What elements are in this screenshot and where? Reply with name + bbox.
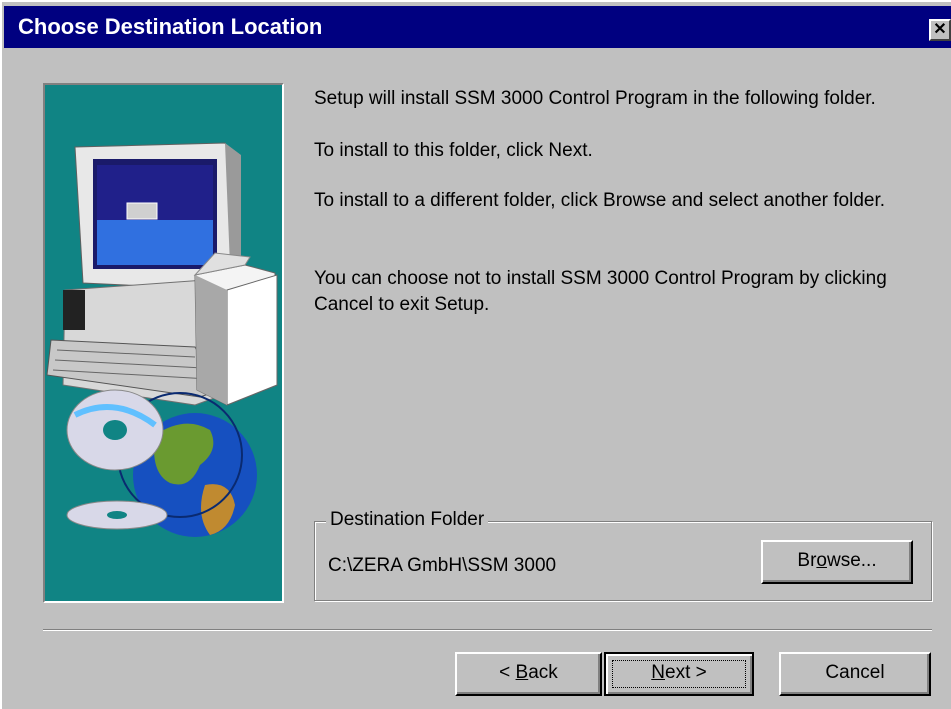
next-hint-text: To install to this folder, click Next. [314,140,593,161]
computer-illustration [46,142,278,537]
destination-folder-label: Destination Folder [326,509,489,531]
browse-button[interactable]: Browse... [761,540,913,584]
browse-hint-text: To install to a different folder, click … [314,190,886,211]
cancel-button[interactable]: Cancel [779,652,931,696]
dialog-title: Choose Destination Location [18,14,323,39]
destination-path: C:\ZERA GmbH\SSM 3000 [328,555,557,576]
close-icon: ✕ [933,21,947,38]
cancel-hint-text: You can choose not to install SSM 3000 C… [314,268,887,315]
next-button[interactable]: Next > [604,652,754,696]
focus-rectangle [612,660,746,688]
setup-dialog: Choose Destination Location ✕ Setup will… [0,0,951,709]
box-icon [193,252,278,406]
intro-text: Setup will install SSM 3000 Control Prog… [314,88,876,109]
setup-illustration [43,83,284,603]
title-bar[interactable]: Choose Destination Location ✕ [4,6,951,48]
close-button[interactable]: ✕ [929,19,951,41]
separator [43,629,932,631]
back-button[interactable]: < Back [455,652,602,696]
